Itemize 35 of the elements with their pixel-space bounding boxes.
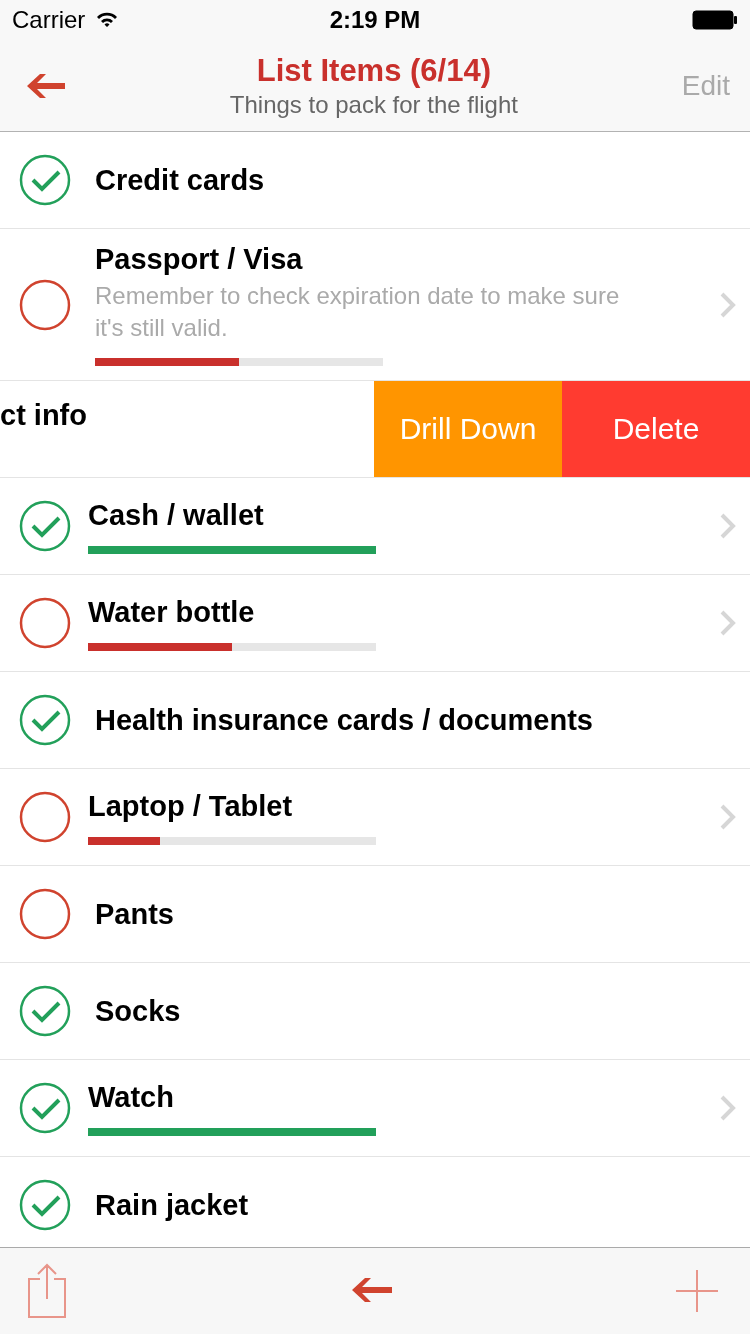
back-arrow-icon[interactable] bbox=[350, 1277, 393, 1305]
checked-circle-icon[interactable] bbox=[19, 1179, 71, 1231]
edit-button[interactable]: Edit bbox=[681, 69, 730, 102]
item-title: Health insurance cards / documents bbox=[95, 703, 594, 737]
item-title: Pants bbox=[95, 897, 175, 931]
back-arrow-icon[interactable] bbox=[26, 71, 66, 100]
checked-circle-icon[interactable] bbox=[19, 1082, 71, 1134]
item-title: ct info bbox=[0, 398, 87, 432]
delete-button[interactable]: Delete bbox=[562, 381, 750, 477]
item-title: Passport / Visa bbox=[95, 243, 304, 276]
drill-down-button[interactable]: Drill Down bbox=[374, 381, 562, 477]
item-title: Watch bbox=[88, 1080, 175, 1114]
item-title: Water bottle bbox=[88, 595, 256, 629]
status-time: 2:19 PM bbox=[329, 6, 421, 34]
carrier-label: Carrier bbox=[12, 6, 86, 34]
item-note: Remember to check expiration date to make sure it's still valid. bbox=[95, 281, 621, 343]
checked-circle-icon[interactable] bbox=[19, 154, 71, 206]
checked-circle-icon[interactable] bbox=[19, 500, 71, 552]
checked-circle-icon[interactable] bbox=[19, 985, 71, 1037]
empty-circle-icon[interactable] bbox=[19, 791, 71, 843]
checked-circle-icon[interactable] bbox=[19, 694, 71, 746]
item-title: Credit cards bbox=[95, 163, 266, 197]
item-title: Laptop / Tablet bbox=[88, 789, 294, 823]
empty-circle-icon[interactable] bbox=[19, 888, 71, 940]
empty-circle-icon[interactable] bbox=[19, 597, 71, 649]
item-title: Cash / wallet bbox=[88, 498, 265, 532]
empty-circle-icon[interactable] bbox=[19, 278, 71, 331]
item-title: Socks bbox=[95, 994, 182, 1028]
wifi-icon bbox=[95, 11, 120, 29]
list-subtitle: Things to pack for the flight bbox=[229, 90, 518, 119]
battery-icon bbox=[692, 10, 738, 30]
list-title: List Items (6/14) bbox=[256, 52, 492, 89]
add-icon[interactable] bbox=[676, 1270, 718, 1312]
share-icon[interactable] bbox=[27, 1263, 67, 1319]
item-title: Rain jacket bbox=[95, 1188, 250, 1222]
